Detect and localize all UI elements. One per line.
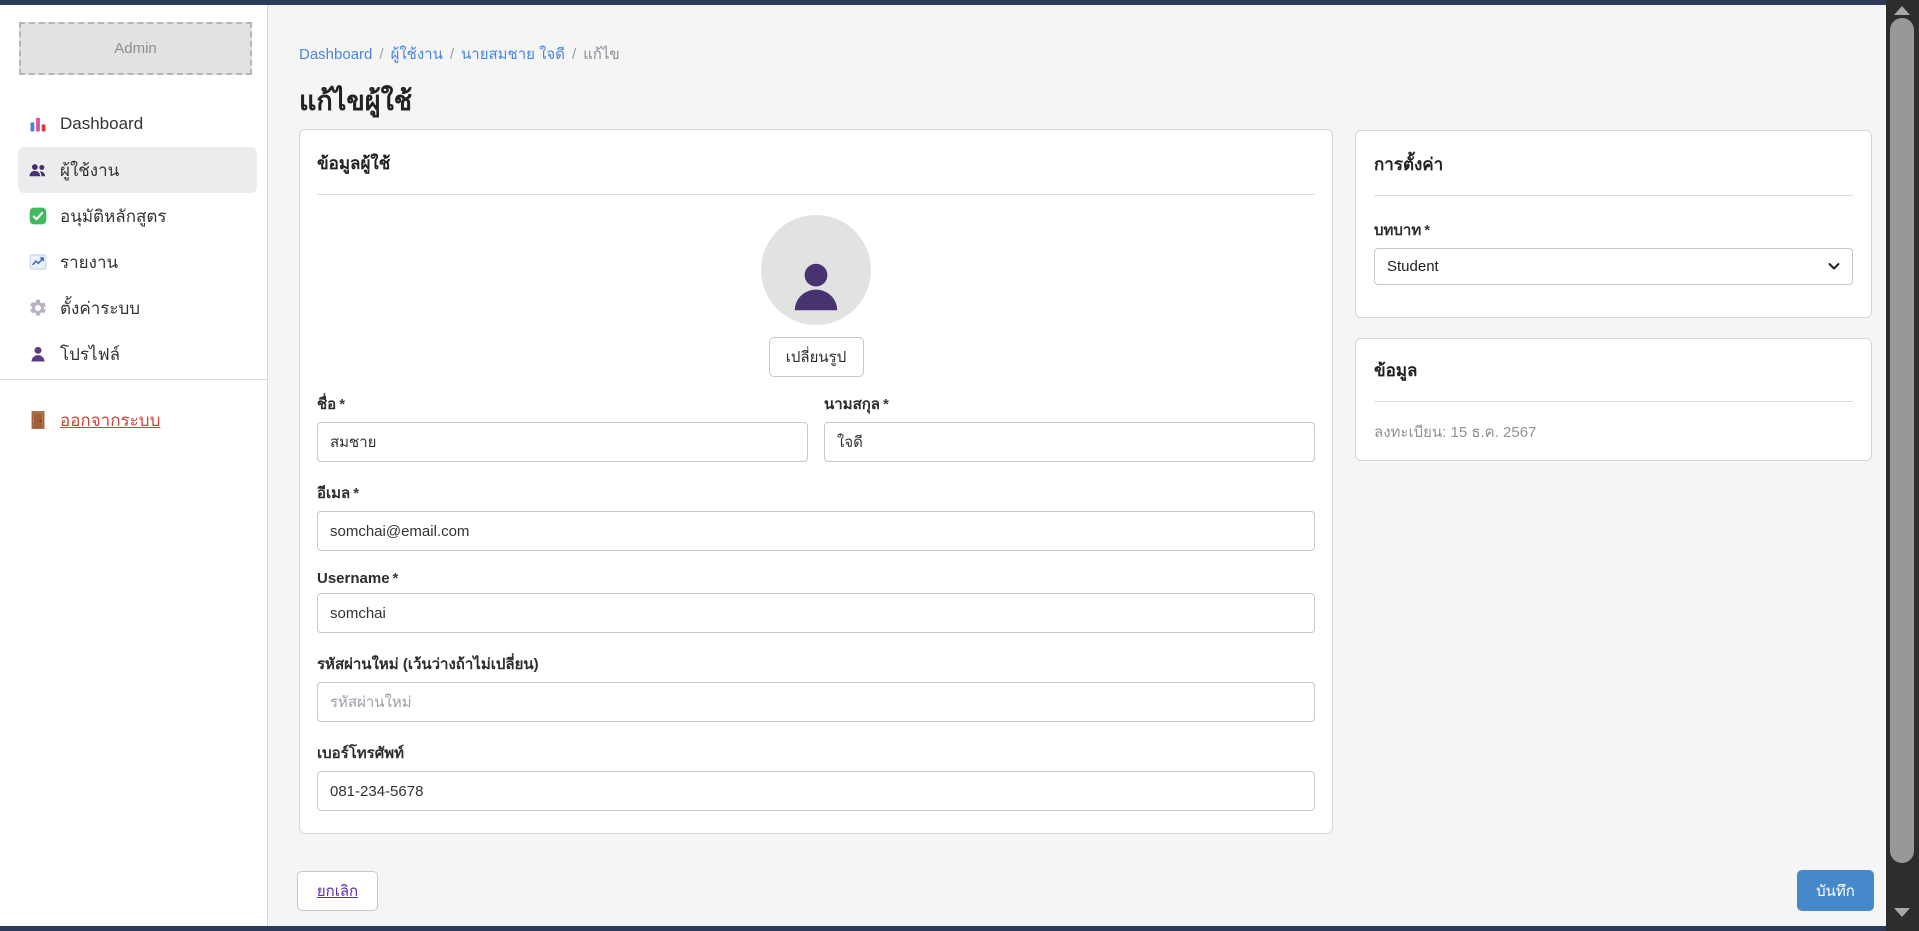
info-card-title: ข้อมูล — [1374, 357, 1853, 384]
scrollbar-thumb[interactable] — [1890, 18, 1914, 863]
sidebar-item-label: โปรไฟล์ — [60, 341, 120, 368]
sidebar-item-dashboard[interactable]: Dashboard — [18, 101, 257, 147]
scrollbar-down-arrow-icon[interactable] — [1894, 908, 1910, 917]
app-logo-text: Admin — [114, 40, 157, 57]
app-logo: Admin — [19, 22, 252, 75]
required-mark: * — [393, 570, 399, 587]
sidebar-item-system-settings[interactable]: ตั้งค่าระบบ — [18, 285, 257, 331]
bar-chart-icon — [28, 114, 48, 134]
sidebar-menu: Dashboard ผู้ใช้งาน อนุมัติหลักสูตร — [0, 101, 267, 443]
first-name-field-group: ชื่อ* — [317, 392, 808, 462]
username-input[interactable] — [317, 593, 1315, 633]
password-input[interactable] — [317, 682, 1315, 722]
card-divider — [317, 194, 1315, 195]
required-mark: * — [883, 396, 889, 413]
breadcrumb: Dashboard/ผู้ใช้งาน/นายสมชาย ใจดี/แก้ไข — [299, 42, 620, 66]
gear-icon — [28, 298, 48, 318]
phone-input[interactable] — [317, 771, 1315, 811]
sidebar-divider — [0, 379, 267, 380]
avatar — [761, 215, 871, 325]
sidebar-item-label: Dashboard — [60, 114, 143, 134]
vertical-scrollbar[interactable] — [1886, 0, 1919, 931]
required-mark: * — [1424, 222, 1430, 239]
person-icon — [28, 344, 48, 364]
first-name-label: ชื่อ* — [317, 392, 808, 416]
logout-button[interactable]: ออกจากระบบ — [18, 397, 257, 443]
role-select-wrap: Student — [1374, 248, 1853, 285]
sidebar: Admin Dashboard ผู้ใช้งาน — [0, 5, 268, 926]
trend-icon — [28, 252, 48, 272]
settings-card-title: การตั้งค่า — [1374, 151, 1853, 178]
sidebar-item-label: อนุมัติหลักสูตร — [60, 203, 167, 230]
cancel-button[interactable]: ยกเลิก — [297, 871, 378, 911]
scrollbar-up-arrow-icon[interactable] — [1894, 6, 1910, 15]
breadcrumb-separator: / — [565, 46, 583, 63]
breadcrumb-separator: / — [443, 46, 461, 63]
info-card: ข้อมูล ลงทะเบียน: 15 ธ.ค. 2567 — [1355, 338, 1872, 461]
breadcrumb-users[interactable]: ผู้ใช้งาน — [391, 46, 443, 63]
password-label: รหัสผ่านใหม่ (เว้นว่างถ้าไม่เปลี่ยน) — [317, 652, 1315, 676]
breadcrumb-user-name[interactable]: นายสมชาย ใจดี — [461, 46, 565, 63]
sidebar-item-reports[interactable]: รายงาน — [18, 239, 257, 285]
password-field-group: รหัสผ่านใหม่ (เว้นว่างถ้าไม่เปลี่ยน) — [317, 652, 1315, 722]
sidebar-item-profile[interactable]: โปรไฟล์ — [18, 331, 257, 377]
card-divider — [1374, 195, 1853, 196]
bottom-accent-bar — [0, 926, 1886, 931]
required-mark: * — [339, 396, 345, 413]
change-photo-button[interactable]: เปลี่ยนรูป — [769, 337, 864, 377]
email-field-group: อีเมล* — [317, 481, 1315, 551]
role-label: บทบาท* — [1374, 218, 1853, 242]
check-icon — [28, 206, 48, 226]
last-name-input[interactable] — [824, 422, 1315, 462]
sidebar-item-label: รายงาน — [60, 249, 118, 276]
page-title: แก้ไขผู้ใช้ — [299, 79, 412, 122]
required-mark: * — [353, 485, 359, 502]
username-label: Username* — [317, 570, 1315, 587]
user-info-card-title: ข้อมูลผู้ใช้ — [317, 150, 1315, 177]
users-icon — [28, 160, 48, 180]
email-input[interactable] — [317, 511, 1315, 551]
sidebar-item-approve-courses[interactable]: อนุมัติหลักสูตร — [18, 193, 257, 239]
breadcrumb-current: แก้ไข — [583, 46, 620, 63]
door-icon — [28, 410, 48, 430]
breadcrumb-separator: / — [372, 46, 390, 63]
card-divider — [1374, 401, 1853, 402]
main-content: Dashboard/ผู้ใช้งาน/นายสมชาย ใจดี/แก้ไข … — [268, 5, 1886, 926]
sidebar-item-label: ผู้ใช้งาน — [60, 157, 119, 184]
user-info-card: ข้อมูลผู้ใช้ เปลี่ยนรูป ชื่อ* นามสกุล* อ… — [299, 129, 1333, 834]
sidebar-item-label: ตั้งค่าระบบ — [60, 295, 140, 322]
email-label: อีเมล* — [317, 481, 1315, 505]
avatar-person-icon — [785, 256, 847, 318]
breadcrumb-dashboard[interactable]: Dashboard — [299, 46, 372, 63]
username-field-group: Username* — [317, 570, 1315, 633]
registered-date-text: ลงทะเบียน: 15 ธ.ค. 2567 — [1374, 420, 1853, 444]
logout-label: ออกจากระบบ — [60, 407, 160, 434]
name-row: ชื่อ* นามสกุล* — [317, 392, 1315, 462]
last-name-label: นามสกุล* — [824, 392, 1315, 416]
role-select[interactable]: Student — [1374, 248, 1853, 285]
save-button[interactable]: บันทึก — [1797, 870, 1874, 911]
first-name-input[interactable] — [317, 422, 808, 462]
last-name-field-group: นามสกุล* — [824, 392, 1315, 462]
phone-label: เบอร์โทรศัพท์ — [317, 741, 1315, 765]
sidebar-item-users[interactable]: ผู้ใช้งาน — [18, 147, 257, 193]
phone-field-group: เบอร์โทรศัพท์ — [317, 741, 1315, 811]
settings-card: การตั้งค่า บทบาท* Student — [1355, 130, 1872, 318]
